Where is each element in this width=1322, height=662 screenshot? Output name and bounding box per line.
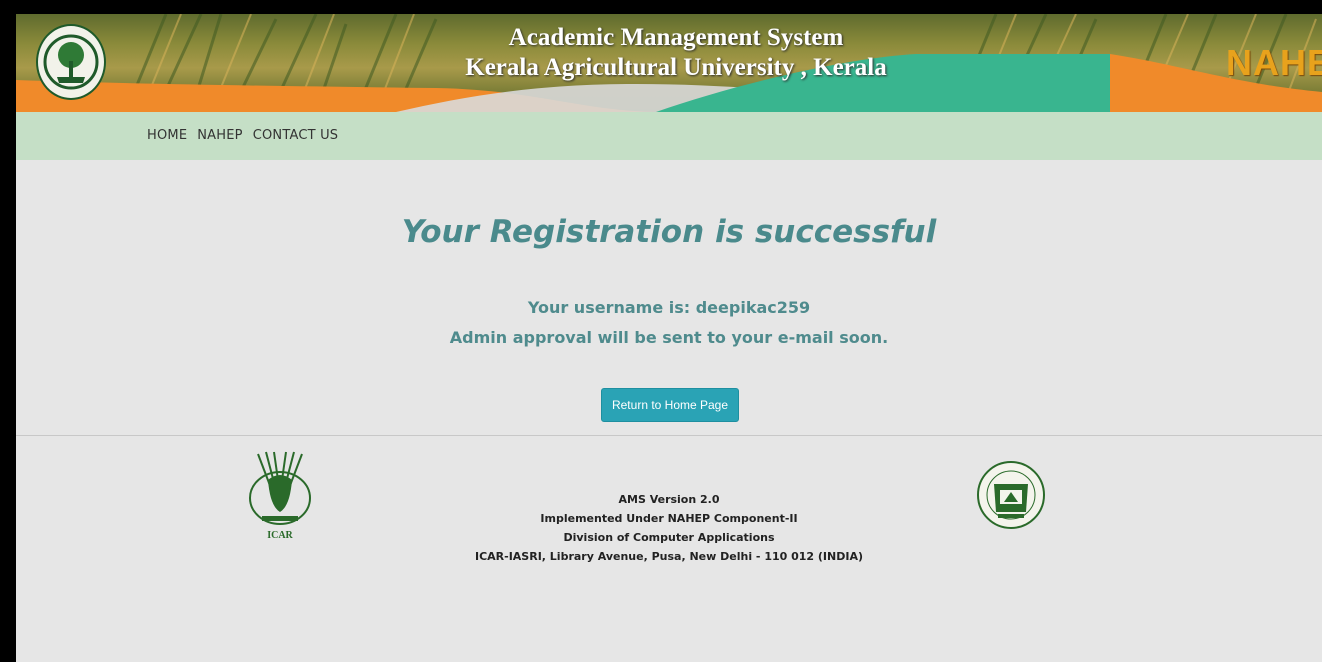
footer-version: AMS Version 2.0	[618, 493, 720, 506]
tree-emblem-icon	[43, 34, 99, 90]
page-frame: Academic Management System Kerala Agricu…	[16, 14, 1322, 662]
iasri-logo-icon	[977, 461, 1045, 529]
system-title: Academic Management System	[508, 24, 844, 51]
header-banner: Academic Management System Kerala Agricu…	[16, 14, 1322, 112]
nav-home-link[interactable]: HOME	[147, 128, 187, 143]
banner-title-block: Academic Management System Kerala Agricu…	[446, 24, 906, 82]
approval-message: Admin approval will be sent to your e-ma…	[449, 328, 889, 347]
main-navbar: HOME NAHEP CONTACT US	[16, 112, 1322, 160]
footer-address: ICAR-IASRI, Library Avenue, Pusa, New De…	[474, 550, 863, 563]
university-title: Kerala Agricultural University , Kerala	[465, 54, 887, 81]
footer-info: AMS Version 2.0 Implemented Under NAHEP …	[16, 490, 1322, 566]
footer-implementation: Implemented Under NAHEP Component-II	[540, 512, 798, 525]
kau-emblem-logo	[36, 24, 106, 100]
return-home-button[interactable]: Return to Home Page	[601, 388, 739, 422]
username-message: Your username is: deepikac259	[527, 298, 811, 317]
footer-division: Division of Computer Applications	[563, 531, 775, 544]
success-heading: Your Registration is successful	[401, 214, 937, 250]
nav-contact-us-link[interactable]: CONTACT US	[253, 128, 339, 143]
nahep-logo: NAHEP	[1226, 42, 1322, 83]
registration-result-panel: Your Registration is successful Your use…	[16, 160, 1322, 436]
nav-nahep-link[interactable]: NAHEP	[197, 128, 242, 143]
nav-links: HOME NAHEP CONTACT US	[147, 128, 338, 143]
page-footer: ICAR AMS Version 2.0 Implemented Under N…	[16, 436, 1322, 662]
